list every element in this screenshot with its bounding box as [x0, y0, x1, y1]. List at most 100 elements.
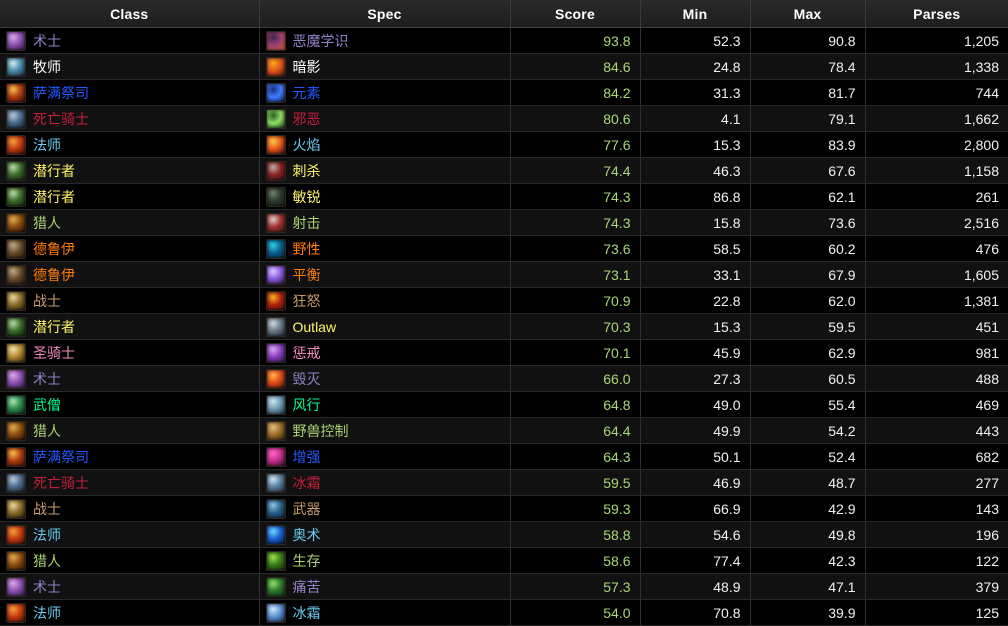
class-cell[interactable]: 德鲁伊: [0, 235, 260, 262]
class-cell[interactable]: 萨满祭司: [0, 443, 260, 470]
parse-ranking-table: Class Spec Score Min Max Parses 术士 恶魔学识 93…: [0, 0, 1008, 626]
spec-cell[interactable]: 武器: [259, 495, 511, 522]
parses-cell: 1,338: [865, 53, 1008, 80]
table-row[interactable]: 潜行者 Outlaw 70.3 15.3 59.5 451: [0, 313, 1008, 340]
column-header-spec[interactable]: Spec: [259, 0, 511, 28]
min-cell: 46.9: [640, 469, 751, 496]
spec-cell[interactable]: 风行: [259, 391, 511, 418]
spec-cell[interactable]: 冰霜: [259, 469, 511, 496]
table-row[interactable]: 德鲁伊 野性 73.6 58.5 60.2 476: [0, 235, 1008, 262]
class-icon: [6, 524, 26, 545]
table-row[interactable]: 萨满祭司 元素 84.2 31.3 81.7 744: [0, 79, 1008, 106]
class-cell[interactable]: 猎人: [0, 417, 260, 444]
score-cell: 84.6: [510, 53, 641, 80]
table-row[interactable]: 潜行者 敏锐 74.3 86.8 62.1 261: [0, 183, 1008, 210]
class-icon: [6, 238, 26, 259]
class-cell[interactable]: 战士: [0, 287, 260, 314]
class-cell[interactable]: 法师: [0, 521, 260, 548]
spec-cell[interactable]: 狂怒: [259, 287, 511, 314]
class-cell[interactable]: 术士: [0, 365, 260, 392]
class-icon: [6, 56, 26, 77]
spec-cell[interactable]: 元素: [259, 79, 511, 106]
min-cell: 15.3: [640, 313, 751, 340]
column-header-min[interactable]: Min: [640, 0, 751, 28]
spec-icon: [265, 524, 286, 545]
spec-cell[interactable]: 惩戒: [259, 339, 511, 366]
table-row[interactable]: 萨满祭司 增强 64.3 50.1 52.4 682: [0, 443, 1008, 470]
max-cell: 48.7: [750, 469, 866, 496]
spec-cell[interactable]: 射击: [259, 209, 511, 236]
spec-cell[interactable]: 火焰: [259, 131, 511, 158]
class-cell[interactable]: 法师: [0, 131, 260, 158]
spec-cell[interactable]: 邪恶: [259, 105, 511, 132]
class-cell[interactable]: 潜行者: [0, 157, 260, 184]
table-row[interactable]: 法师 火焰 77.6 15.3 83.9 2,800: [0, 131, 1008, 158]
spec-cell[interactable]: 暗影: [259, 53, 511, 80]
spec-cell[interactable]: 刺杀: [259, 157, 511, 184]
class-cell[interactable]: 战士: [0, 495, 260, 522]
column-header-max[interactable]: Max: [750, 0, 866, 28]
spec-cell[interactable]: 野性: [259, 235, 511, 262]
table-row[interactable]: 猎人 射击 74.3 15.8 73.6 2,516: [0, 209, 1008, 236]
column-header-score[interactable]: Score: [510, 0, 641, 28]
table-row[interactable]: 猎人 野兽控制 64.4 49.9 54.2 443: [0, 417, 1008, 444]
column-header-parses[interactable]: Parses: [865, 0, 1008, 28]
spec-cell[interactable]: 恶魔学识: [259, 27, 511, 54]
table-row[interactable]: 战士 武器 59.3 66.9 42.9 143: [0, 495, 1008, 522]
class-cell[interactable]: 牧师: [0, 53, 260, 80]
spec-cell[interactable]: 生存: [259, 547, 511, 574]
class-cell[interactable]: 死亡骑士: [0, 105, 260, 132]
column-header-class[interactable]: Class: [0, 0, 260, 28]
spec-cell[interactable]: 野兽控制: [259, 417, 511, 444]
class-icon: [6, 290, 26, 311]
spec-label: 元素: [292, 84, 321, 101]
class-cell[interactable]: 死亡骑士: [0, 469, 260, 496]
spec-cell[interactable]: 奥术: [259, 521, 511, 548]
class-icon: [6, 446, 26, 467]
table-row[interactable]: 圣骑士 惩戒 70.1 45.9 62.9 981: [0, 339, 1008, 366]
table-row[interactable]: 武僧 风行 64.8 49.0 55.4 469: [0, 391, 1008, 418]
table-row[interactable]: 德鲁伊 平衡 73.1 33.1 67.9 1,605: [0, 261, 1008, 288]
spec-icon: [265, 368, 286, 389]
parses-cell: 451: [865, 313, 1008, 340]
score-cell: 70.9: [510, 287, 641, 314]
spec-cell[interactable]: 冰霜: [259, 599, 511, 626]
max-cell: 52.4: [750, 443, 866, 470]
class-cell[interactable]: 术士: [0, 27, 260, 54]
class-cell[interactable]: 萨满祭司: [0, 79, 260, 106]
spec-cell[interactable]: 毁灭: [259, 365, 511, 392]
class-cell[interactable]: 潜行者: [0, 183, 260, 210]
table-row[interactable]: 术士 痛苦 57.3 48.9 47.1 379: [0, 573, 1008, 600]
score-cell: 74.4: [510, 157, 641, 184]
table-row[interactable]: 法师 冰霜 54.0 70.8 39.9 125: [0, 599, 1008, 626]
spec-label: 平衡: [292, 266, 321, 283]
spec-cell[interactable]: 增强: [259, 443, 511, 470]
class-label: 德鲁伊: [33, 266, 75, 283]
class-label: 战士: [33, 292, 61, 309]
table-row[interactable]: 死亡骑士 邪恶 80.6 4.1 79.1 1,662: [0, 105, 1008, 132]
table-row[interactable]: 术士 毁灭 66.0 27.3 60.5 488: [0, 365, 1008, 392]
score-cell: 54.0: [510, 599, 641, 626]
class-cell[interactable]: 潜行者: [0, 313, 260, 340]
spec-cell[interactable]: Outlaw: [259, 313, 511, 340]
table-row[interactable]: 牧师 暗影 84.6 24.8 78.4 1,338: [0, 53, 1008, 80]
class-cell[interactable]: 德鲁伊: [0, 261, 260, 288]
table-row[interactable]: 法师 奥术 58.8 54.6 49.8 196: [0, 521, 1008, 548]
table-row[interactable]: 战士 狂怒 70.9 22.8 62.0 1,381: [0, 287, 1008, 314]
spec-cell[interactable]: 敏锐: [259, 183, 511, 210]
table-row[interactable]: 潜行者 刺杀 74.4 46.3 67.6 1,158: [0, 157, 1008, 184]
spec-cell[interactable]: 痛苦: [259, 573, 511, 600]
class-cell[interactable]: 法师: [0, 599, 260, 626]
class-cell[interactable]: 术士: [0, 573, 260, 600]
min-cell: 77.4: [640, 547, 751, 574]
class-label: 法师: [33, 604, 61, 621]
table-row[interactable]: 猎人 生存 58.6 77.4 42.3 122: [0, 547, 1008, 574]
class-icon: [6, 342, 26, 363]
class-cell[interactable]: 圣骑士: [0, 339, 260, 366]
class-cell[interactable]: 猎人: [0, 547, 260, 574]
class-cell[interactable]: 猎人: [0, 209, 260, 236]
table-row[interactable]: 死亡骑士 冰霜 59.5 46.9 48.7 277: [0, 469, 1008, 496]
spec-cell[interactable]: 平衡: [259, 261, 511, 288]
table-row[interactable]: 术士 恶魔学识 93.8 52.3 90.8 1,205: [0, 27, 1008, 54]
class-cell[interactable]: 武僧: [0, 391, 260, 418]
